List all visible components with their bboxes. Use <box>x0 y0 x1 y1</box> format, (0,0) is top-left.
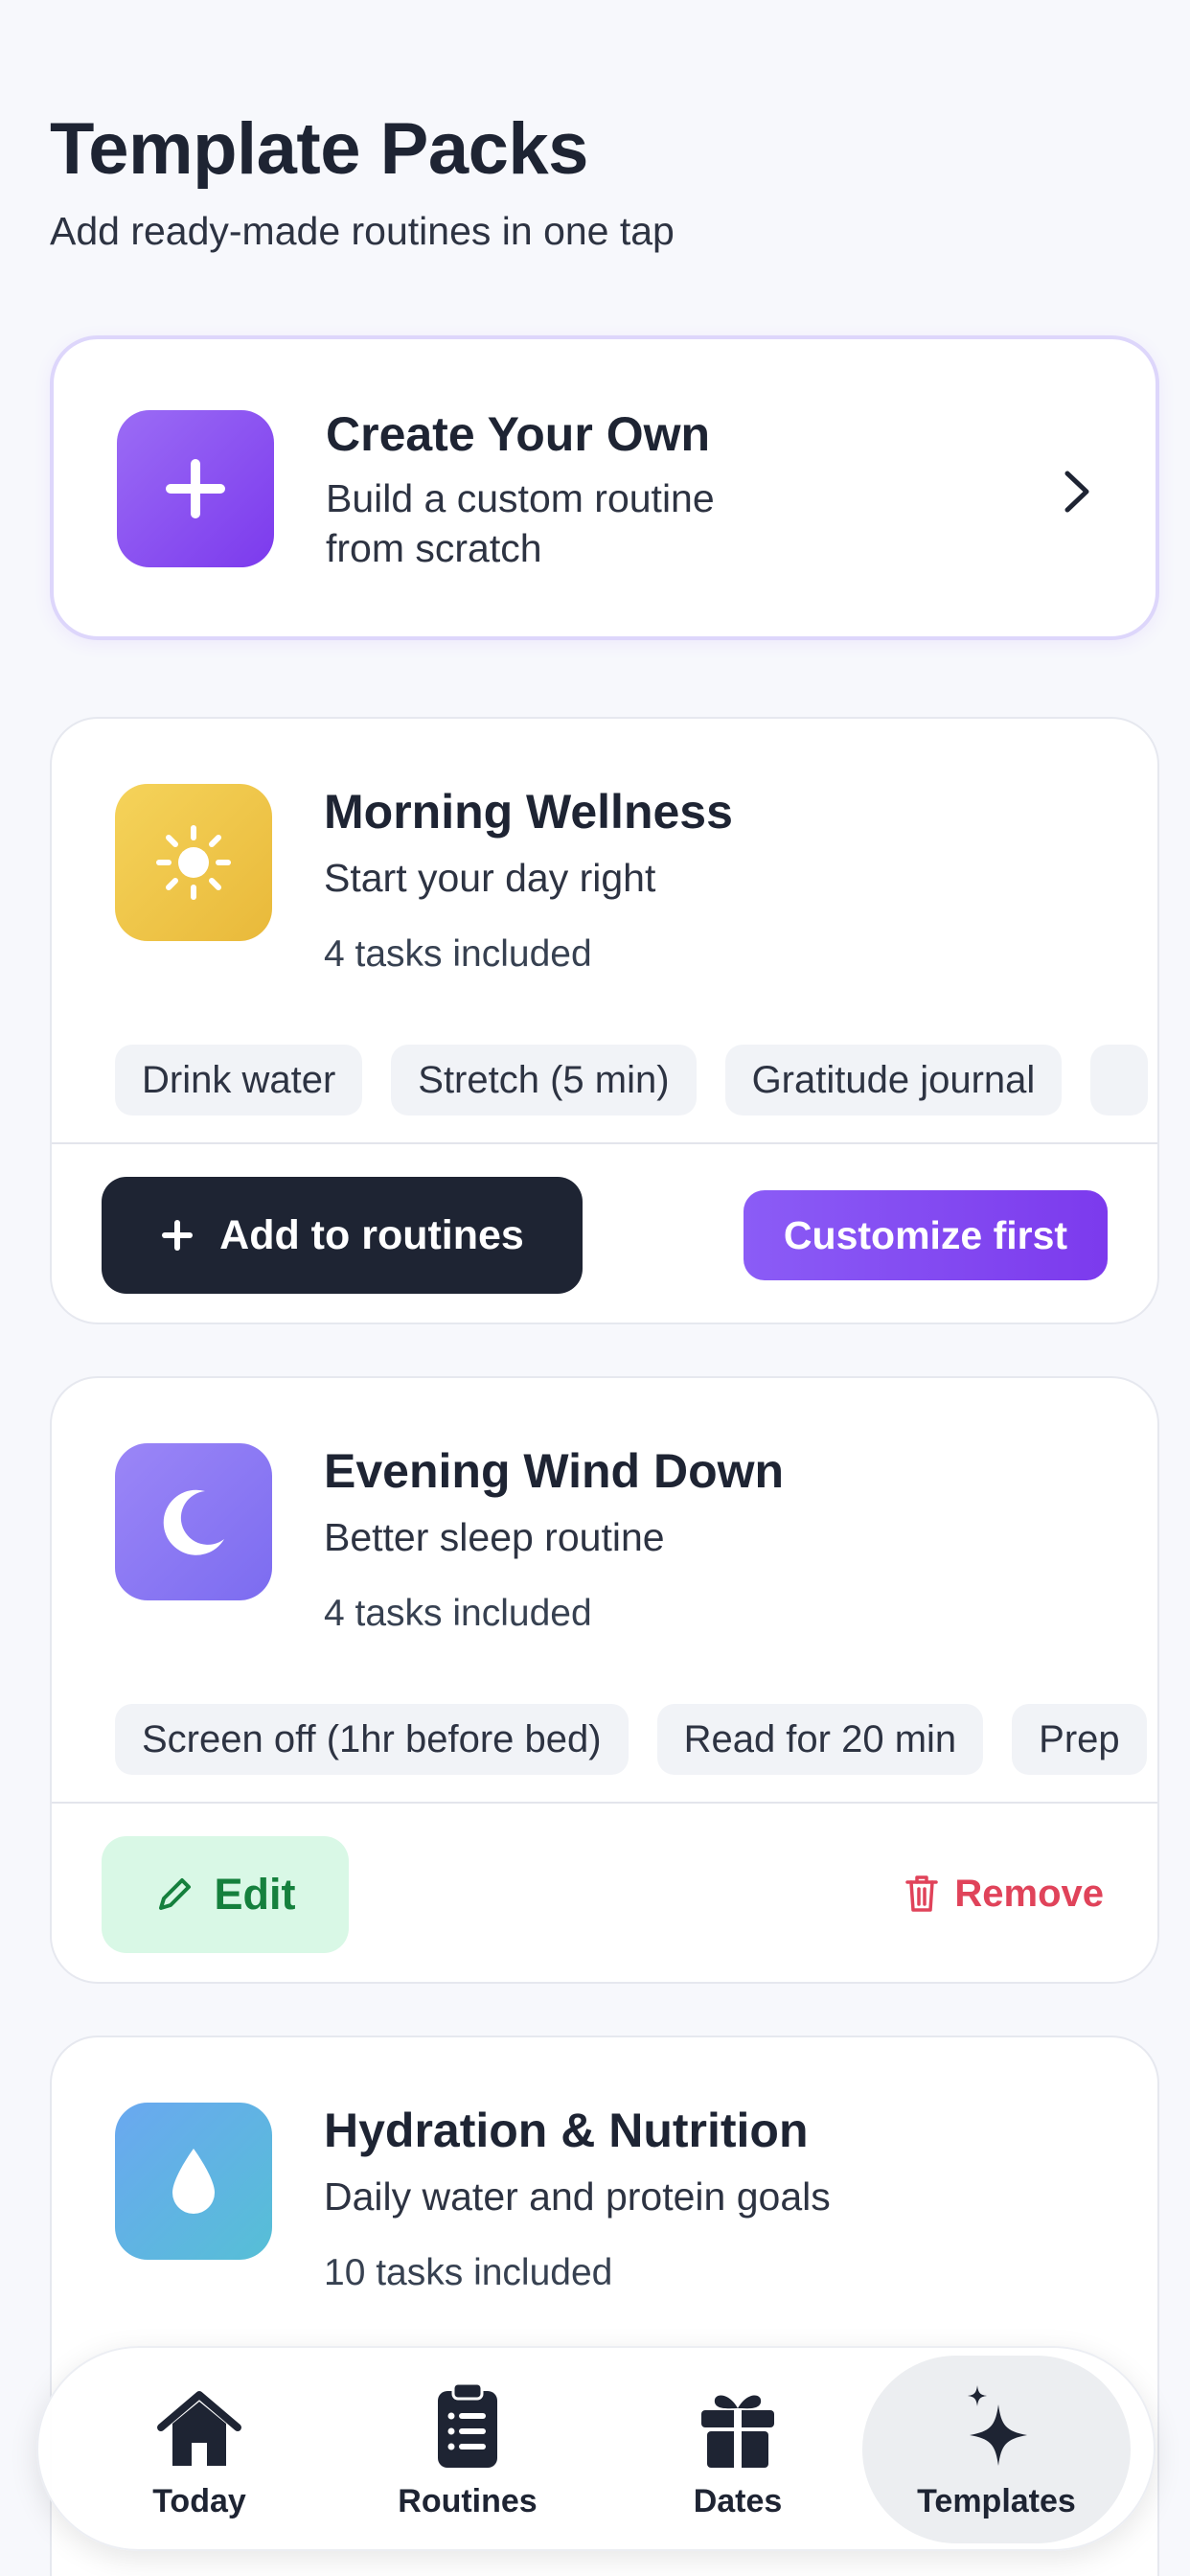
water-drop-icon <box>172 2149 215 2214</box>
remove-label: Remove <box>954 1872 1104 1915</box>
add-to-routines-button[interactable]: Add to routines <box>102 1177 583 1294</box>
pack-desc: Start your day right <box>324 856 656 900</box>
tab-dates[interactable]: Dates <box>604 2356 872 2543</box>
create-tile <box>117 410 274 567</box>
hydration-tile <box>115 2103 272 2260</box>
task-chip-overflow <box>1090 1045 1149 1116</box>
page-subtitle: Add ready-made routines in one tap <box>50 209 675 253</box>
pack-card-evening-wind-down: Evening Wind Down Better sleep routine 4… <box>50 1376 1159 1984</box>
tab-templates[interactable]: Templates <box>862 2356 1131 2543</box>
create-your-own-card[interactable]: Create Your Own Build a custom routine f… <box>50 335 1159 640</box>
chevron-right-icon <box>1064 471 1089 513</box>
gift-icon <box>701 2395 774 2468</box>
tab-routines[interactable]: Routines <box>333 2356 602 2543</box>
pack-task-count: 10 tasks included <box>324 2252 613 2293</box>
add-to-routines-label: Add to routines <box>219 1211 524 1258</box>
pack-card-morning-wellness: Morning Wellness Start your day right 4 … <box>50 717 1159 1324</box>
pack-task-count: 4 tasks included <box>324 1593 592 1634</box>
tab-label: Templates <box>917 2483 1076 2519</box>
tab-label: Dates <box>693 2483 783 2519</box>
tab-label: Today <box>152 2483 246 2519</box>
task-chip: Drink water <box>115 1045 363 1116</box>
pencil-icon <box>158 1878 191 1910</box>
task-chip-row: Drink water Stretch (5 min) Gratitude jo… <box>115 1045 1157 1116</box>
trash-icon <box>905 1875 939 1912</box>
sun-icon <box>156 825 231 900</box>
task-chip: Read for 20 min <box>656 1704 984 1775</box>
bottom-tab-bar: Today Routines Dates Templates <box>36 2346 1156 2551</box>
plus-icon <box>166 459 225 518</box>
moon-icon <box>163 1489 224 1555</box>
tab-label: Routines <box>398 2483 538 2519</box>
edit-button[interactable]: Edit <box>102 1836 349 1953</box>
pack-title: Hydration & Nutrition <box>324 2104 809 2157</box>
task-chip: Prep <box>1012 1704 1147 1775</box>
tab-today[interactable]: Today <box>65 2356 333 2543</box>
task-chip-row: Screen off (1hr before bed) Read for 20 … <box>115 1704 1157 1775</box>
customize-first-button[interactable]: Customize first <box>744 1190 1108 1280</box>
divider <box>52 1802 1157 1804</box>
plus-icon <box>162 1220 194 1251</box>
edit-label: Edit <box>214 1870 296 1919</box>
task-chip: Screen off (1hr before bed) <box>115 1704 629 1775</box>
pack-title: Evening Wind Down <box>324 1444 785 1498</box>
page-title: Template Packs <box>50 108 588 190</box>
remove-button[interactable]: Remove <box>904 1865 1104 1922</box>
home-icon <box>157 2391 241 2466</box>
sparkles-icon <box>968 2385 1027 2466</box>
pack-task-count: 4 tasks included <box>324 933 592 975</box>
clipboard-icon <box>438 2381 497 2468</box>
pack-title: Morning Wellness <box>324 785 733 839</box>
task-chip: Gratitude journal <box>724 1045 1063 1116</box>
pack-desc: Better sleep routine <box>324 1515 665 1559</box>
create-desc-line1: Build a custom routine <box>326 476 715 520</box>
pack-desc: Daily water and protein goals <box>324 2174 831 2219</box>
morning-tile <box>115 784 272 941</box>
task-chip: Stretch (5 min) <box>391 1045 697 1116</box>
create-title: Create Your Own <box>326 407 711 461</box>
evening-tile <box>115 1443 272 1600</box>
create-desc-line2: from scratch <box>326 526 542 570</box>
divider <box>52 1142 1157 1144</box>
